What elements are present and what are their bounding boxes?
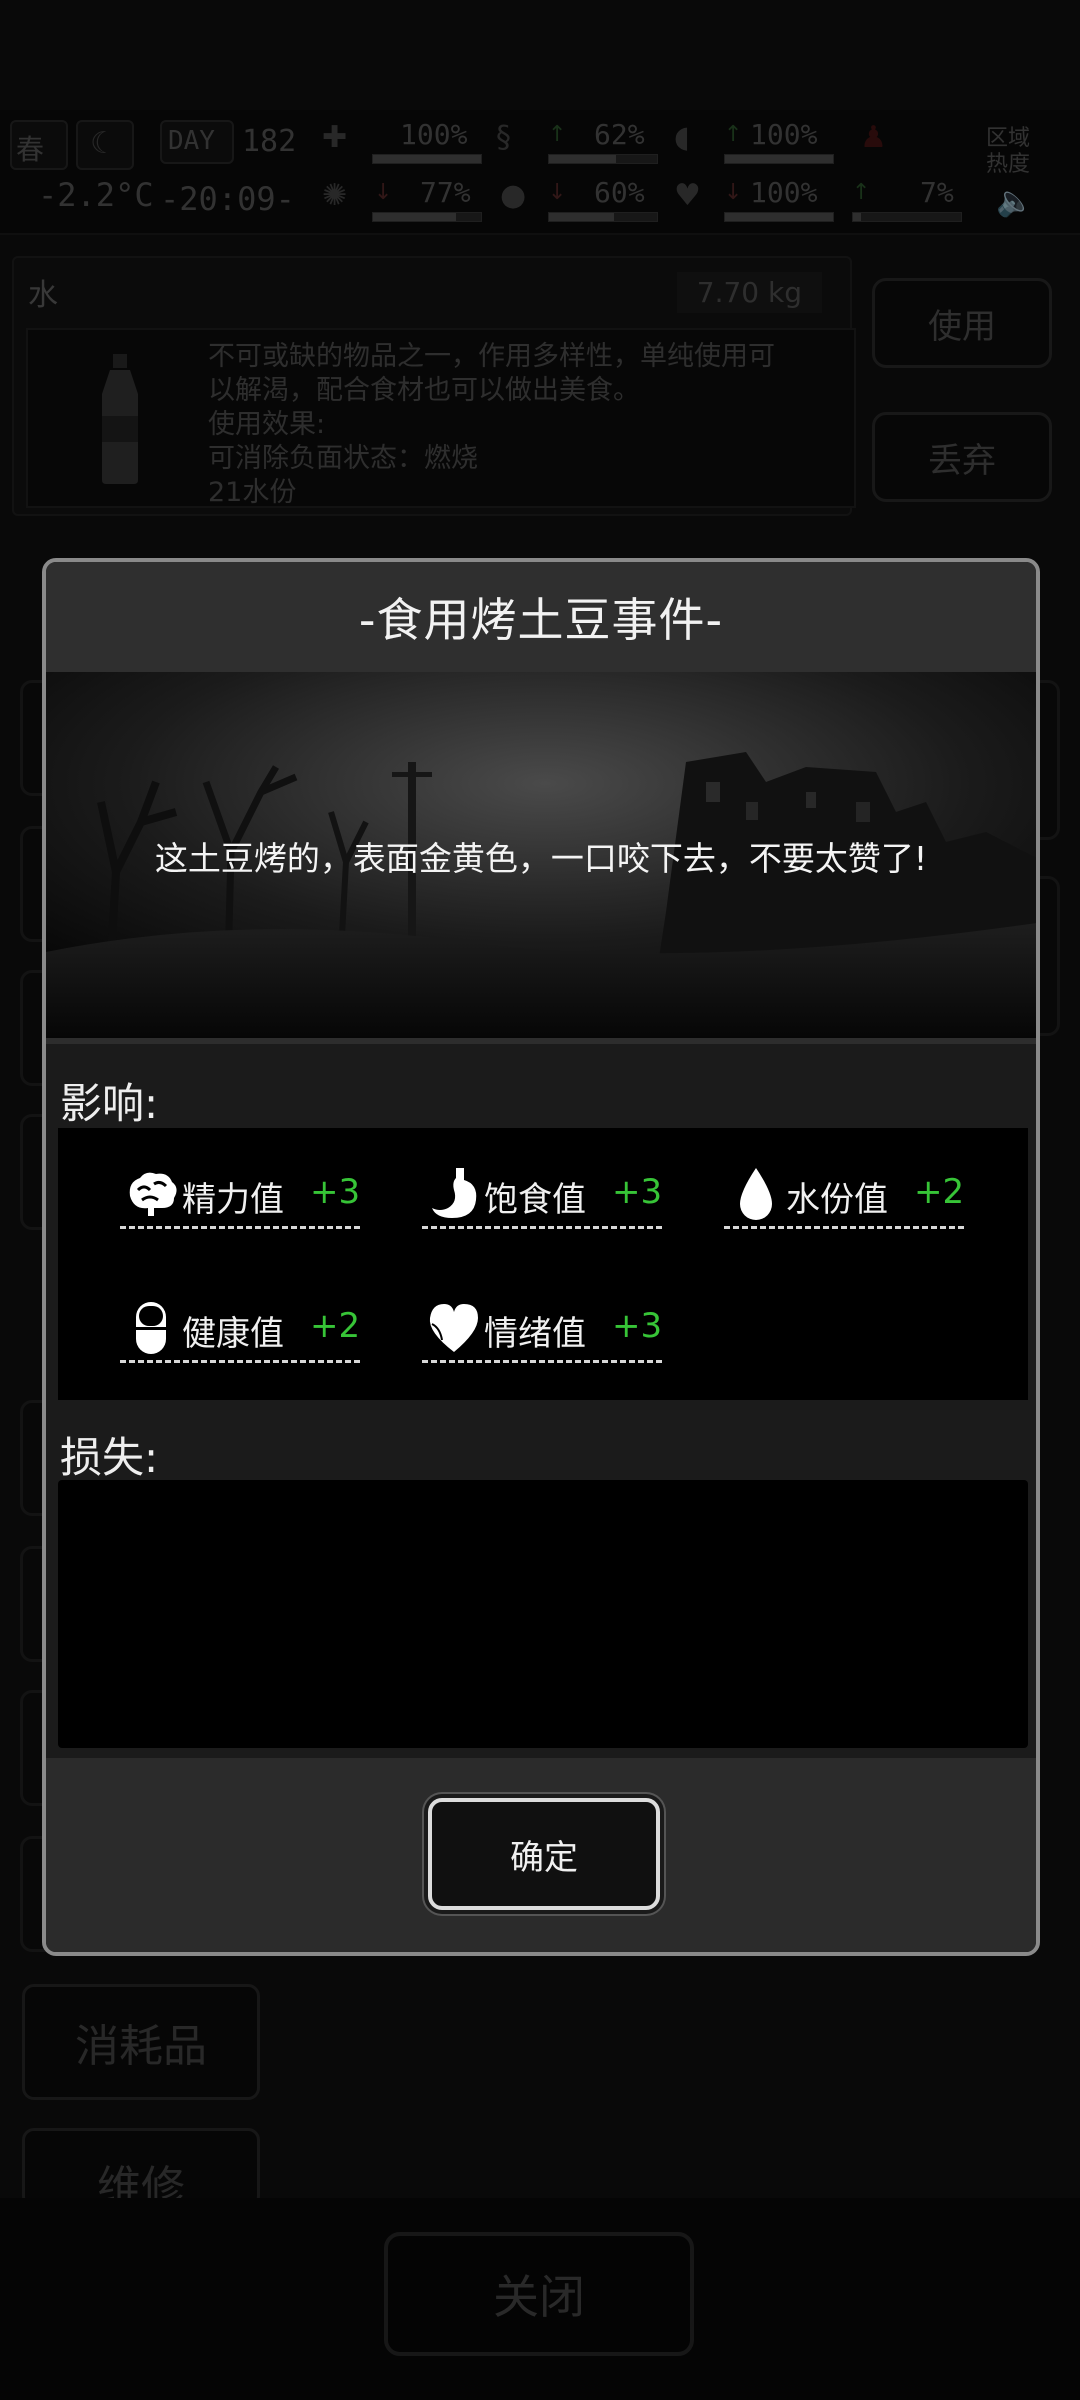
loss-panel xyxy=(58,1480,1028,1748)
effect-divider xyxy=(422,1360,662,1363)
effect-mood-value: +3 xyxy=(612,1306,663,1346)
loss-label: 损失: xyxy=(60,1433,159,1482)
pill-icon xyxy=(136,1302,166,1354)
effect-divider xyxy=(120,1226,360,1229)
confirm-button[interactable]: 确定 xyxy=(428,1798,660,1910)
effect-water-name: 水份值 xyxy=(786,1180,888,1220)
effect-health-name: 健康值 xyxy=(182,1314,284,1354)
brain-icon xyxy=(129,1172,177,1216)
effect-satiety-name: 饱食值 xyxy=(484,1180,586,1220)
effect-water: 水份值 +2 xyxy=(724,1164,965,1229)
effect-water-value: +2 xyxy=(914,1172,965,1212)
dialog-title: -食用烤土豆事件- xyxy=(46,562,1036,672)
effect-divider xyxy=(120,1360,360,1363)
effect-mood-name: 情绪值 xyxy=(484,1314,586,1354)
effects-label: 影响: xyxy=(60,1079,159,1128)
effect-energy-name: 精力值 xyxy=(182,1180,284,1220)
effect-divider xyxy=(724,1226,964,1229)
effects-panel: 精力值 +3 饱食值 +3 水份值 +2 健康值 +2 情绪值 +3 xyxy=(58,1128,1028,1400)
stomach-icon xyxy=(432,1168,477,1218)
effect-divider xyxy=(422,1226,662,1229)
dialog-message: 这土豆烤的，表面金黄色，一口咬下去，不要太赞了! xyxy=(154,839,928,878)
effect-satiety: 饱食值 +3 xyxy=(422,1164,663,1229)
effect-energy: 精力值 +3 xyxy=(120,1164,361,1229)
effect-satiety-value: +3 xyxy=(612,1172,663,1212)
heart-icon xyxy=(429,1304,478,1352)
effect-energy-value: +3 xyxy=(310,1172,361,1212)
drop-icon xyxy=(740,1168,772,1220)
effect-health: 健康值 +2 xyxy=(120,1298,361,1363)
event-dialog: -食用烤土豆事件- 这土豆烤的，表面金黄色，一口咬下去，不要太赞了! 影响: 精… xyxy=(42,558,1040,1956)
effect-health-value: +2 xyxy=(310,1306,361,1346)
effect-mood: 情绪值 +3 xyxy=(422,1298,663,1363)
event-illustration: 这土豆烤的，表面金黄色，一口咬下去，不要太赞了! xyxy=(46,672,1036,1044)
